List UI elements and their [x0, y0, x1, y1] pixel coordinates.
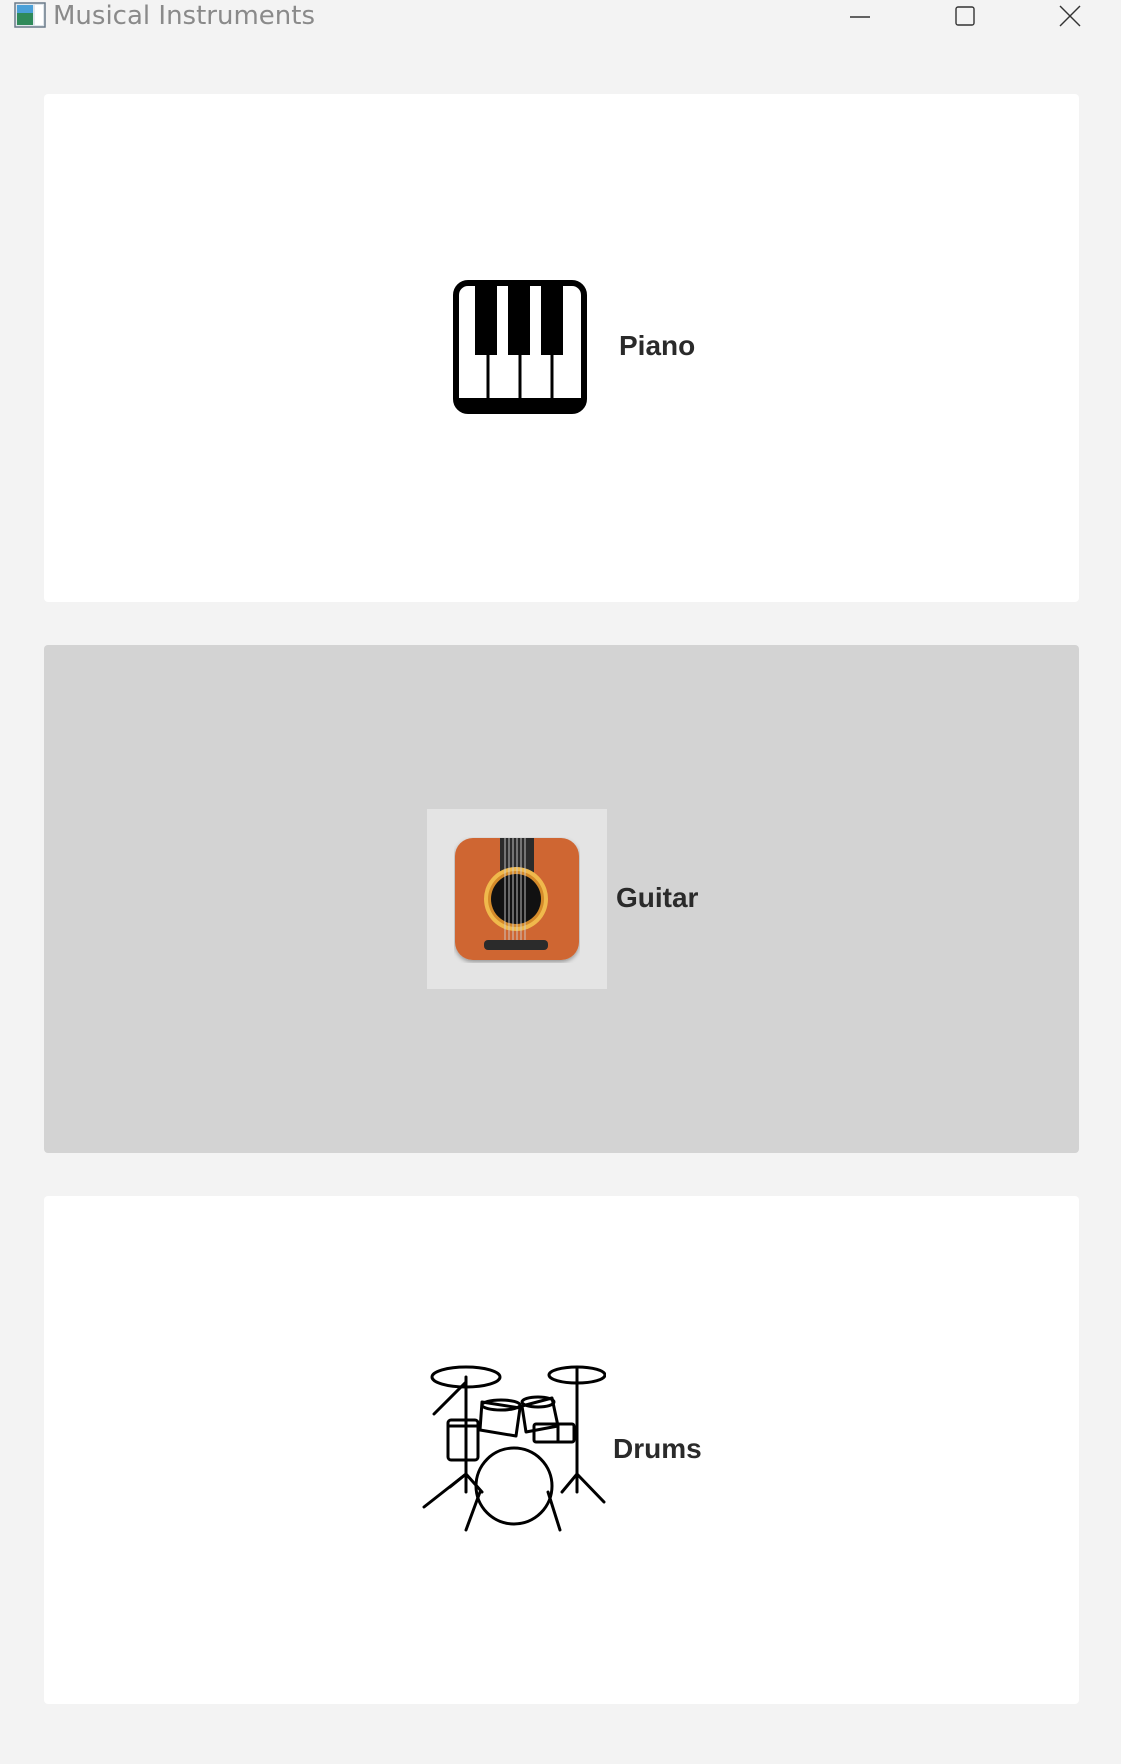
app-icon: [14, 2, 46, 28]
guitar-icon: [455, 838, 579, 960]
minimize-icon: [850, 16, 870, 18]
maximize-icon: [955, 6, 975, 26]
minimize-button[interactable]: [830, 0, 890, 32]
instrument-label-guitar: Guitar: [616, 882, 699, 913]
drums-icon: [422, 1365, 606, 1532]
title-bar: Musical Instruments: [0, 0, 1121, 34]
window-title: Musical Instruments: [53, 1, 315, 31]
piano-icon: [453, 280, 587, 414]
close-button[interactable]: [1040, 0, 1100, 32]
instrument-card-guitar[interactable]: Guitar: [44, 645, 1079, 1153]
close-icon: [1059, 5, 1081, 27]
maximize-button[interactable]: [935, 0, 995, 32]
instrument-label-piano: Piano: [619, 330, 696, 361]
instrument-label-drums: Drums: [613, 1433, 702, 1464]
instrument-card-drums[interactable]: Drums: [44, 1196, 1079, 1704]
instrument-card-piano[interactable]: Piano: [44, 94, 1079, 602]
